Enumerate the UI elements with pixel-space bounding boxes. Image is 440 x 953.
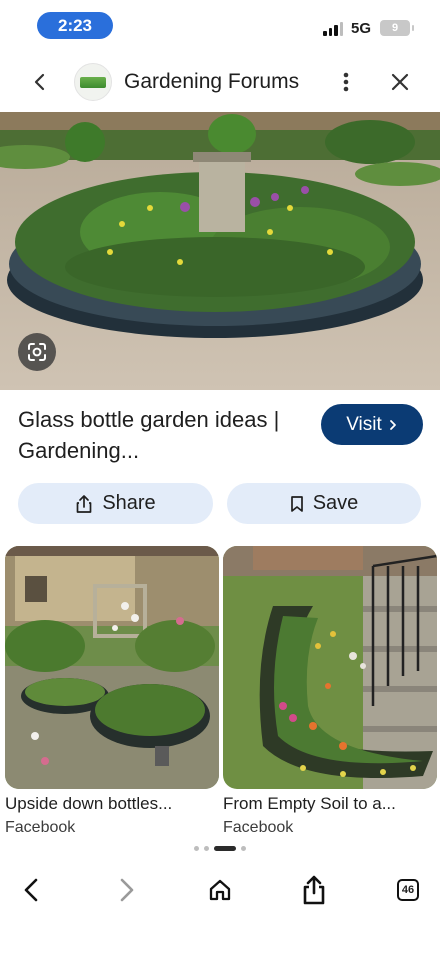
share-button[interactable]: Share — [18, 483, 213, 524]
browser-share-button[interactable] — [298, 874, 330, 906]
vertical-dots-icon — [343, 72, 349, 92]
back-button[interactable] — [26, 68, 54, 96]
visit-button[interactable]: Visit — [321, 404, 423, 445]
browser-forward-button[interactable] — [110, 874, 142, 906]
more-options-button[interactable] — [333, 68, 359, 96]
chevron-right-icon — [120, 878, 134, 902]
share-icon — [76, 494, 92, 513]
related-source: Facebook — [5, 819, 76, 832]
pagination-dots — [0, 846, 440, 851]
chevron-right-icon — [389, 419, 396, 430]
bookmark-icon — [290, 495, 303, 512]
close-icon — [391, 73, 409, 91]
related-card[interactable]: Upside down bottles... Facebook — [5, 546, 219, 832]
save-label: Save — [312, 492, 359, 514]
result-title[interactable]: Glass bottle garden ideas | Gardening... — [18, 404, 288, 466]
pager-dot — [241, 846, 246, 851]
related-image[interactable] — [223, 546, 437, 789]
page-title: Gardening Forums — [124, 70, 300, 93]
chevron-left-icon — [34, 73, 45, 91]
battery-icon: 9 — [380, 20, 414, 36]
related-image[interactable] — [5, 546, 219, 789]
related-card[interactable]: From Empty Soil to a... Facebook — [223, 546, 437, 832]
status-bar: 2:23 5G 9 — [0, 0, 440, 50]
pager-dot — [204, 846, 209, 851]
tabs-button[interactable]: 46 — [392, 874, 424, 906]
close-button[interactable] — [386, 68, 414, 96]
app-header: Gardening Forums — [0, 56, 440, 108]
site-logo — [74, 63, 112, 101]
lens-button[interactable] — [18, 333, 56, 371]
result-image[interactable] — [0, 112, 440, 390]
status-time: 2:23 — [37, 12, 113, 39]
browser-back-button[interactable] — [16, 874, 48, 906]
share-icon — [303, 875, 325, 905]
google-lens-icon — [28, 343, 46, 361]
signal-icon — [323, 22, 343, 36]
related-title[interactable]: From Empty Soil to a... — [223, 794, 437, 814]
garden-photo — [223, 546, 437, 789]
pager-dot — [194, 846, 199, 851]
browser-toolbar: 46 — [0, 862, 440, 918]
network-type: 5G — [351, 20, 372, 37]
share-label: Share — [102, 492, 156, 514]
related-source: Facebook — [223, 819, 294, 832]
tabs-count: 46 — [397, 879, 419, 901]
home-icon — [209, 879, 231, 901]
save-button[interactable]: Save — [227, 483, 421, 524]
home-button[interactable] — [204, 874, 236, 906]
garden-photo — [0, 112, 440, 390]
pager-dot-active — [214, 846, 236, 851]
related-title[interactable]: Upside down bottles... — [5, 794, 219, 814]
garden-photo — [5, 546, 219, 789]
battery-level: 9 — [391, 22, 399, 34]
chevron-left-icon — [24, 878, 38, 902]
visit-label: Visit — [346, 413, 382, 435]
